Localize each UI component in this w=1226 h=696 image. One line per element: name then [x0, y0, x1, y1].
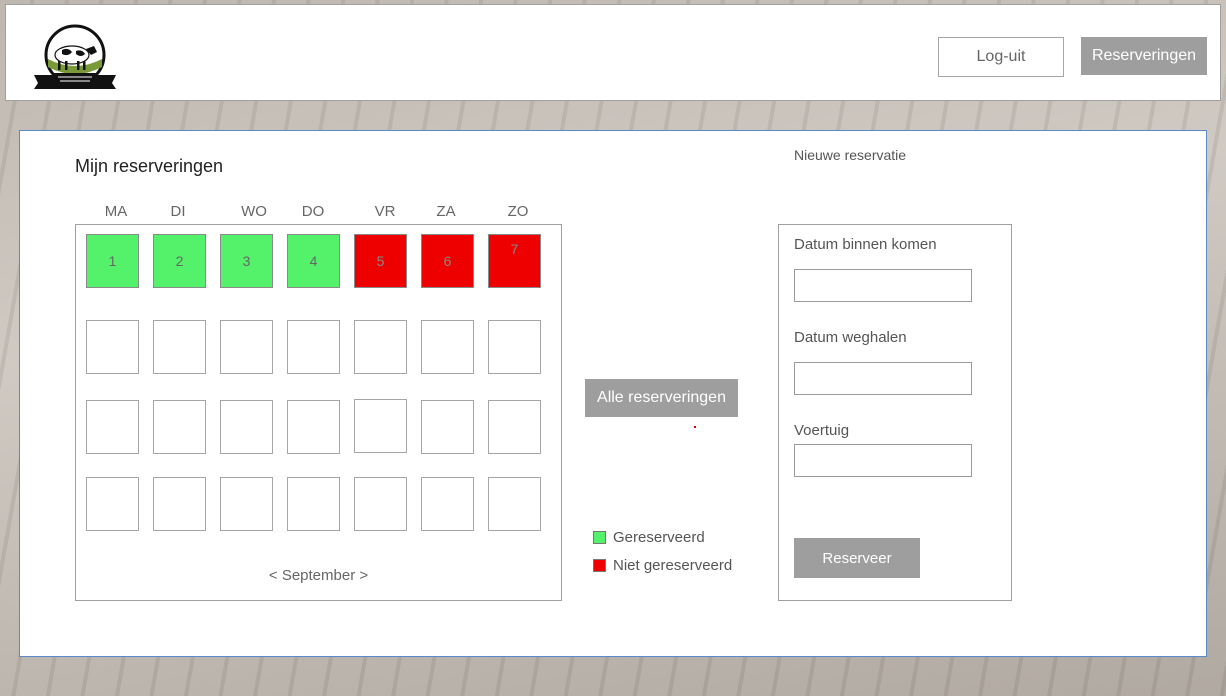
weekday-header: MA — [104, 203, 128, 220]
calendar-day-cell[interactable]: 6 — [421, 234, 474, 288]
weekday-header: VR — [374, 203, 396, 220]
calendar-day-cell[interactable] — [220, 320, 273, 374]
prev-month-button[interactable]: < — [269, 567, 278, 584]
calendar-day-cell[interactable] — [421, 477, 474, 531]
legend-swatch-green — [593, 531, 606, 544]
calendar-day-cell[interactable] — [86, 320, 139, 374]
new-reservation-title: Nieuwe reservatie — [794, 147, 907, 163]
day-number: 3 — [242, 253, 251, 269]
calendar-day-cell[interactable] — [287, 477, 340, 531]
calendar-grid: 1 2 3 4 5 6 7 < September > — [75, 224, 562, 601]
date-in-label: Datum binnen komen — [794, 236, 937, 253]
calendar-day-cell[interactable] — [86, 400, 139, 454]
date-out-label: Datum weghalen — [794, 329, 907, 346]
calendar-day-cell[interactable] — [220, 477, 273, 531]
legend-swatch-red — [593, 559, 606, 572]
calendar-day-cell[interactable] — [153, 477, 206, 531]
calendar-day-cell[interactable] — [220, 400, 273, 454]
legend-label: Gereserveerd — [613, 529, 705, 546]
weekday-header: DO — [301, 203, 325, 220]
main-panel: Mijn reserveringen MA DI WO DO VR ZA ZO … — [19, 130, 1207, 657]
calendar-day-cell[interactable] — [287, 400, 340, 454]
legend-label: Niet gereserveerd — [613, 557, 733, 574]
day-number: 7 — [510, 241, 519, 257]
calendar-day-cell[interactable] — [354, 477, 407, 531]
date-out-field[interactable] — [794, 362, 972, 395]
day-number: 2 — [175, 253, 184, 269]
reservations-nav-button[interactable]: Reserveringen — [1081, 37, 1207, 75]
day-number: 4 — [309, 253, 318, 269]
day-number: 1 — [108, 253, 117, 269]
legend-not-reserved: Niet gereserveerd — [593, 557, 732, 574]
calendar-day-cell[interactable] — [86, 477, 139, 531]
calendar-day-cell[interactable]: 4 — [287, 234, 340, 288]
calendar-day-cell[interactable] — [153, 320, 206, 374]
calendar-day-cell[interactable]: 2 — [153, 234, 206, 288]
legend-reserved: Gereserveerd — [593, 529, 705, 546]
vehicle-label: Voertuig — [794, 422, 850, 439]
calendar-day-cell[interactable]: 7 — [488, 234, 541, 288]
date-in-field[interactable] — [794, 269, 972, 302]
calendar-day-cell[interactable] — [421, 400, 474, 454]
calendar-day-cell[interactable] — [488, 477, 541, 531]
weekday-header: ZA — [436, 203, 456, 220]
weekday-header: WO — [241, 203, 267, 220]
next-month-button[interactable]: > — [359, 567, 368, 584]
calendar-day-cell[interactable] — [488, 320, 541, 374]
reservation-form: Datum binnen komen Datum weghalen Voertu… — [778, 224, 1012, 601]
calendar-day-cell[interactable] — [287, 320, 340, 374]
calendar-day-cell[interactable]: 1 — [86, 234, 139, 288]
calendar-day-cell[interactable]: 5 — [354, 234, 407, 288]
logout-button[interactable]: Log-uit — [938, 37, 1064, 77]
company-logo — [34, 24, 116, 89]
weekday-header: DI — [170, 203, 186, 220]
day-number: 6 — [443, 253, 452, 269]
weekday-header: ZO — [507, 203, 529, 220]
calendar-day-cell[interactable] — [354, 399, 407, 453]
calendar-day-cell[interactable] — [153, 400, 206, 454]
page-title: Mijn reserveringen — [75, 156, 224, 176]
calendar-day-cell[interactable] — [421, 320, 474, 374]
calendar-day-cell[interactable] — [488, 400, 541, 454]
vehicle-field[interactable] — [794, 444, 972, 477]
month-label: September — [281, 567, 356, 584]
calendar-day-cell[interactable]: 3 — [220, 234, 273, 288]
header-bar: Log-uit Reserveringen — [5, 4, 1221, 101]
month-navigator: < September > — [76, 567, 561, 584]
all-reservations-button[interactable]: Alle reserveringen — [585, 379, 738, 417]
red-dot-marker — [694, 426, 696, 428]
reserve-button[interactable]: Reserveer — [794, 538, 920, 578]
calendar-day-cell[interactable] — [354, 320, 407, 374]
day-number: 5 — [376, 253, 385, 269]
